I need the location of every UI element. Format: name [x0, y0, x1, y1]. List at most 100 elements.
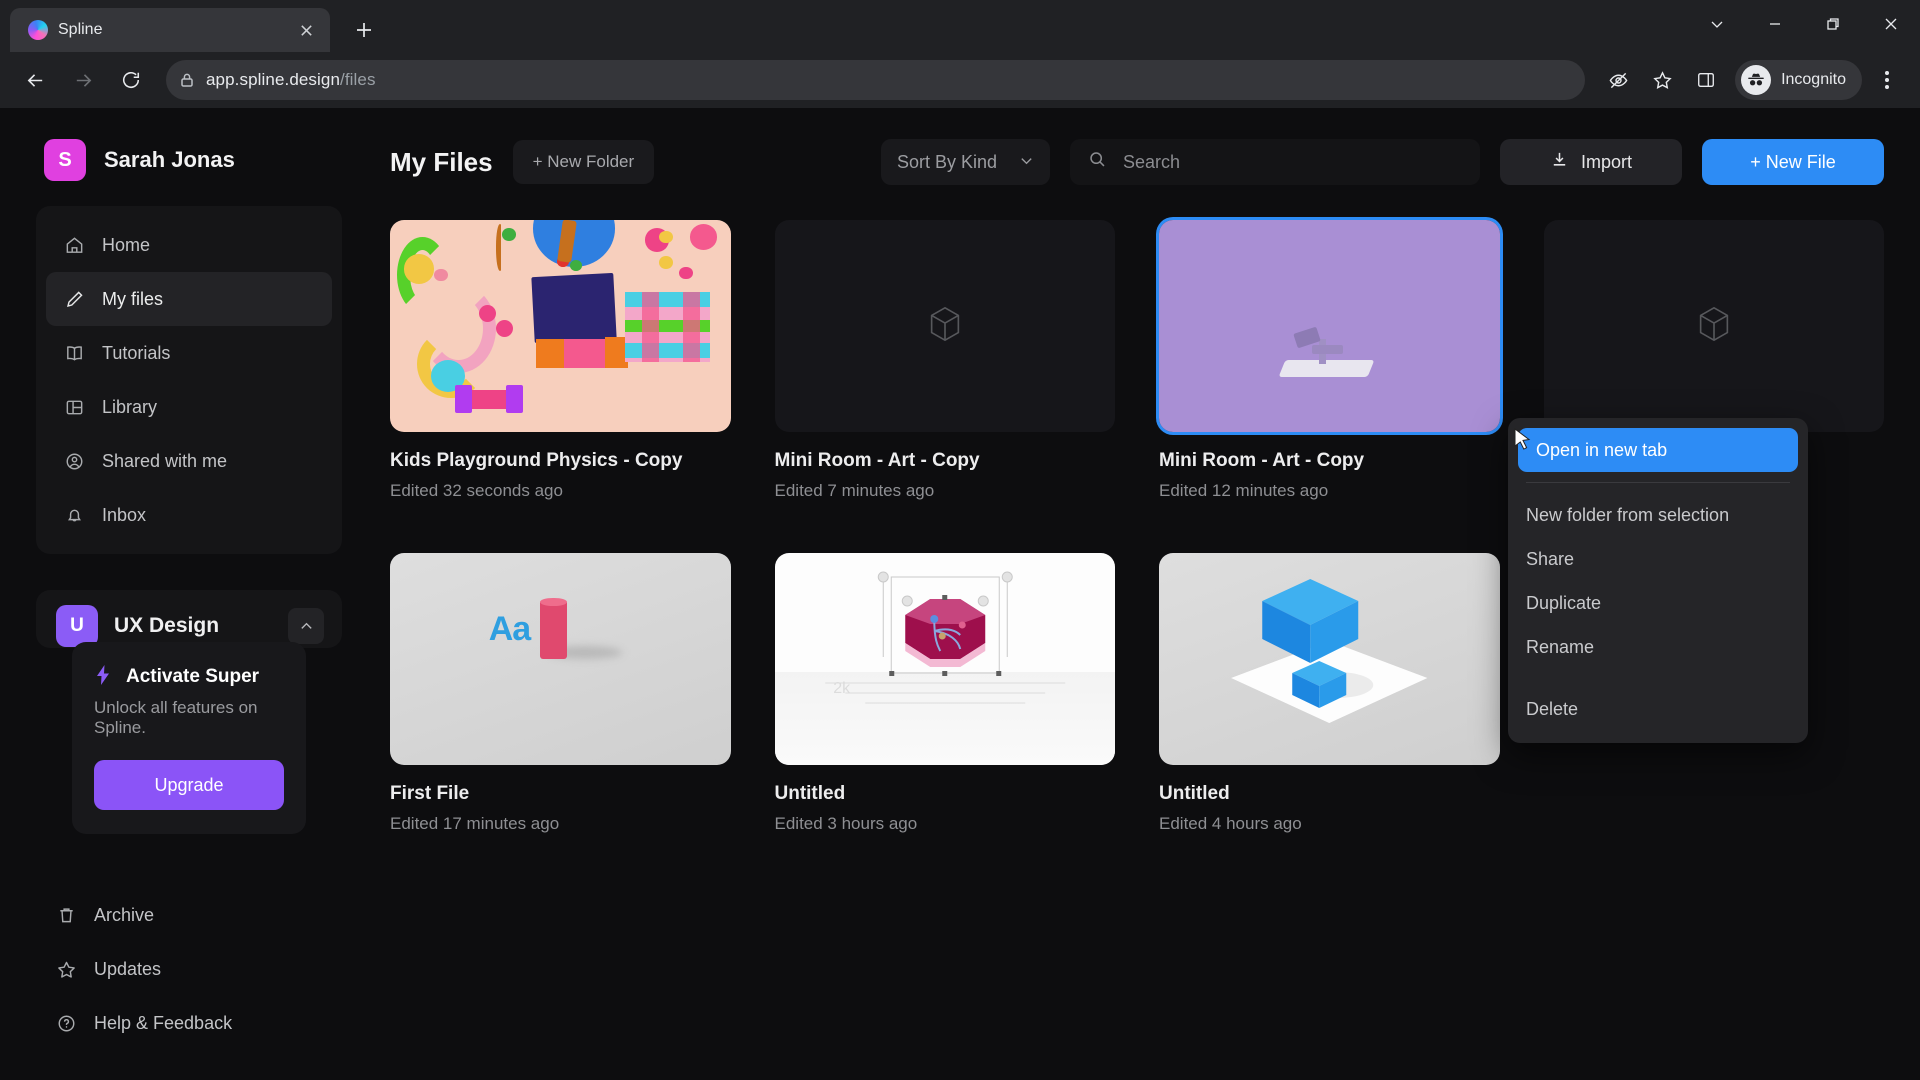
- url-domain: app.spline.design: [206, 70, 341, 89]
- file-thumbnail[interactable]: 2k: [774, 553, 1115, 765]
- sidebar-item-tutorials[interactable]: Tutorials: [46, 326, 332, 380]
- reload-icon[interactable]: [110, 59, 152, 101]
- profile-row[interactable]: S Sarah Jonas: [36, 126, 342, 194]
- file-name: First File: [390, 783, 470, 804]
- context-menu-item-new-folder-from-selection[interactable]: New folder from selection: [1508, 493, 1808, 537]
- chevron-up-icon[interactable]: [288, 608, 324, 644]
- file-name: Mini Room - Art - Copy: [774, 450, 980, 471]
- search-box[interactable]: Search: [1070, 139, 1480, 185]
- cube-icon: [1693, 303, 1735, 350]
- url-path: /files: [340, 70, 376, 89]
- context-menu-item-open-in-new-tab[interactable]: Open in new tab: [1518, 428, 1798, 472]
- import-button[interactable]: Import: [1500, 139, 1682, 185]
- file-thumbnail[interactable]: Aa: [390, 553, 731, 765]
- cube-icon: [924, 303, 966, 350]
- thumbnail-art-mini-room: [1159, 220, 1500, 432]
- new-file-button[interactable]: + New File: [1702, 139, 1884, 185]
- thumbnail-art-hexagon: 2k: [774, 553, 1115, 765]
- browser-chrome: Spline app.spline.design/files Incognito: [0, 0, 1920, 108]
- file-edited: Edited 7 minutes ago: [774, 481, 935, 500]
- search-input[interactable]: Search: [1123, 152, 1180, 173]
- sidebar-item-label: Updates: [94, 958, 162, 979]
- browser-toolbar: app.spline.design/files Incognito: [0, 52, 1920, 108]
- browser-tab[interactable]: Spline: [10, 8, 330, 52]
- sidebar-item-label: My files: [102, 288, 164, 309]
- new-folder-button[interactable]: + New Folder: [512, 140, 655, 184]
- sidebar-item-help-feedback[interactable]: Help & Feedback: [36, 996, 342, 1050]
- file-card-selected[interactable]: Mini Room - Art - Copy Edited 12 minutes…: [1159, 220, 1500, 501]
- incognito-label: Incognito: [1781, 71, 1846, 88]
- secondary-nav: Archive Updates Help & Feedback: [36, 888, 342, 1050]
- super-heading: Activate Super: [94, 664, 284, 690]
- file-thumbnail[interactable]: [390, 220, 731, 432]
- context-menu-item-rename[interactable]: Rename: [1508, 625, 1808, 669]
- arrow-right-icon[interactable]: [62, 59, 104, 101]
- file-edited: Edited 3 hours ago: [774, 814, 918, 833]
- upgrade-button[interactable]: Upgrade: [94, 760, 284, 810]
- file-thumbnail[interactable]: [1159, 220, 1500, 432]
- context-menu-separator: [1526, 482, 1790, 483]
- files-toolbar: My Files + New Folder Sort By Kind Searc…: [390, 126, 1884, 198]
- download-icon: [1550, 150, 1569, 174]
- side-panel-icon[interactable]: [1687, 61, 1725, 99]
- sidebar-item-my-files[interactable]: My files: [46, 272, 332, 326]
- file-card[interactable]: Aa First File Edited 17 minutes ago: [390, 553, 731, 834]
- context-menu-item-delete[interactable]: Delete: [1508, 687, 1808, 731]
- profile-name: Sarah Jonas: [104, 147, 235, 172]
- sidebar-item-updates[interactable]: Updates: [36, 942, 342, 996]
- chevron-down-icon[interactable]: [1688, 0, 1746, 48]
- user-circle-icon: [62, 449, 86, 473]
- layout-icon: [62, 395, 86, 419]
- avatar: S: [44, 139, 86, 181]
- sidebar-item-shared-with-me[interactable]: Shared with me: [46, 434, 332, 488]
- sidebar: S Sarah Jonas Home My files Tutorials Li…: [0, 108, 378, 1080]
- primary-nav: Home My files Tutorials Library Shared w…: [36, 206, 342, 554]
- context-menu-item-duplicate[interactable]: Duplicate: [1508, 581, 1808, 625]
- bolt-icon: [94, 664, 112, 690]
- workspace-name: UX Design: [114, 614, 220, 637]
- question-circle-icon: [54, 1011, 78, 1035]
- sidebar-item-label: Home: [102, 234, 151, 255]
- minimize-icon[interactable]: [1746, 0, 1804, 48]
- incognito-indicator[interactable]: Incognito: [1735, 60, 1862, 100]
- sidebar-item-label: Shared with me: [102, 450, 228, 471]
- sort-by-dropdown[interactable]: Sort By Kind: [880, 139, 1050, 185]
- address-bar[interactable]: app.spline.design/files: [166, 60, 1586, 100]
- kebab-menu-icon[interactable]: [1868, 61, 1906, 99]
- url-text: app.spline.design/files: [206, 70, 376, 90]
- arrow-left-icon[interactable]: [14, 59, 56, 101]
- file-card[interactable]: Kids Playground Physics - Copy Edited 32…: [390, 220, 731, 501]
- sidebar-item-home[interactable]: Home: [46, 218, 332, 272]
- sidebar-item-label: Inbox: [102, 504, 147, 525]
- restore-icon[interactable]: [1804, 0, 1862, 48]
- file-card[interactable]: Mini Room - Art - Copy Edited 7 minutes …: [774, 220, 1115, 501]
- file-edited: Edited 4 hours ago: [1159, 814, 1302, 833]
- thumbnail-art-playground: [390, 220, 731, 432]
- sort-by-label: Sort By Kind: [896, 151, 997, 172]
- close-icon[interactable]: [1862, 0, 1920, 48]
- sidebar-item-label: Help & Feedback: [94, 1012, 233, 1033]
- context-menu-item-share[interactable]: Share: [1508, 537, 1808, 581]
- sidebar-item-inbox[interactable]: Inbox: [46, 488, 332, 542]
- file-thumbnail[interactable]: [774, 220, 1115, 432]
- close-icon[interactable]: [292, 16, 320, 44]
- file-card[interactable]: 2k Untitled Edited 3 hours ago: [774, 553, 1115, 834]
- star-icon: [54, 957, 78, 981]
- trash-icon: [54, 903, 78, 927]
- new-tab-button[interactable]: [344, 10, 384, 50]
- page-title: My Files: [390, 146, 493, 177]
- sidebar-item-label: Tutorials: [102, 342, 171, 363]
- sidebar-item-library[interactable]: Library: [46, 380, 332, 434]
- star-icon[interactable]: [1643, 61, 1681, 99]
- lock-icon: [180, 72, 194, 88]
- file-name: Kids Playground Physics - Copy: [390, 450, 683, 471]
- sidebar-item-archive[interactable]: Archive: [36, 888, 342, 942]
- context-menu-gap: [1508, 669, 1808, 687]
- file-thumbnail[interactable]: [1543, 220, 1884, 432]
- eye-off-icon[interactable]: [1599, 61, 1637, 99]
- svg-text:2k: 2k: [833, 680, 851, 697]
- window-controls: [1688, 0, 1920, 48]
- file-thumbnail[interactable]: [1159, 553, 1500, 765]
- file-card[interactable]: Untitled Edited 4 hours ago: [1159, 553, 1500, 834]
- main-content: My Files + New Folder Sort By Kind Searc…: [378, 108, 1920, 1080]
